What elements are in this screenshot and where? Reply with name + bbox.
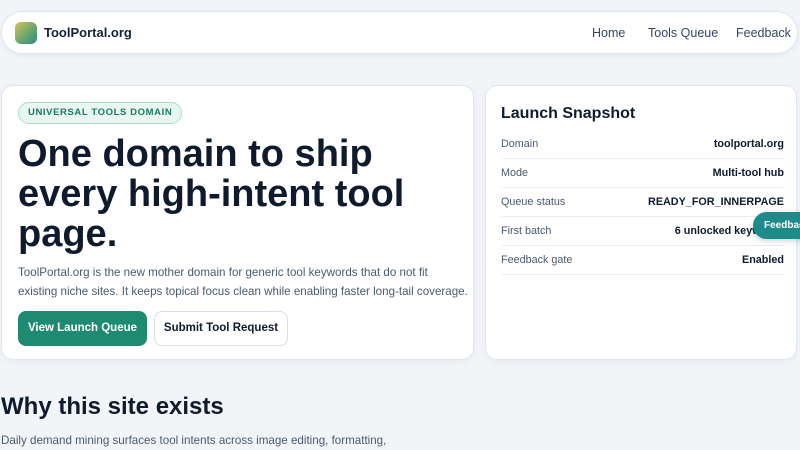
snapshot-key: Queue status — [501, 196, 566, 208]
why-section-text: Daily demand mining surfaces tool intent… — [1, 434, 387, 447]
hero-description: ToolPortal.org is the new mother domain … — [18, 266, 468, 298]
snapshot-row-domain: Domain toolportal.org — [501, 130, 784, 159]
hero-title: One domain to ship every high-intent too… — [18, 133, 405, 255]
snapshot-value: toolportal.org — [713, 138, 784, 150]
snapshot-row-first-batch: First batch 6 unlocked keywords — [501, 217, 784, 246]
snapshot-row-mode: Mode Multi-tool hub — [501, 159, 784, 188]
snapshot-key: First batch — [501, 225, 552, 237]
snapshot-row-queue-status: Queue status READY_FOR_INNERPAGE — [501, 188, 784, 217]
floating-feedback-button[interactable]: Feedback — [753, 212, 800, 239]
view-launch-queue-button[interactable]: View Launch Queue — [18, 311, 147, 346]
hero-card: UNIVERSAL TOOLS DOMAIN One domain to shi… — [1, 85, 474, 360]
snapshot-key: Mode — [501, 167, 529, 179]
snapshot-value: Enabled — [742, 254, 784, 266]
launch-snapshot-card: Launch Snapshot Domain toolportal.org Mo… — [485, 85, 797, 360]
snapshot-key: Domain — [501, 138, 539, 150]
snapshot-value: READY_FOR_INNERPAGE — [648, 196, 784, 208]
top-navbar: ToolPortal.org Home Tools Queue Feedback — [1, 11, 798, 54]
submit-tool-request-button[interactable]: Submit Tool Request — [154, 311, 288, 346]
nav-link-home[interactable]: Home — [592, 26, 625, 40]
brand-name[interactable]: ToolPortal.org — [44, 25, 132, 40]
nav-link-tools-queue[interactable]: Tools Queue — [648, 26, 718, 40]
toolportal-logo-icon[interactable] — [15, 22, 37, 44]
snapshot-title: Launch Snapshot — [501, 105, 636, 122]
snapshot-row-feedback-gate: Feedback gate Enabled — [501, 246, 784, 275]
nav-link-feedback[interactable]: Feedback — [736, 26, 791, 40]
snapshot-key: Feedback gate — [501, 254, 573, 266]
domain-badge: UNIVERSAL TOOLS DOMAIN — [18, 102, 183, 124]
snapshot-value: Multi-tool hub — [712, 167, 784, 179]
why-section-title: Why this site exists — [1, 393, 224, 420]
